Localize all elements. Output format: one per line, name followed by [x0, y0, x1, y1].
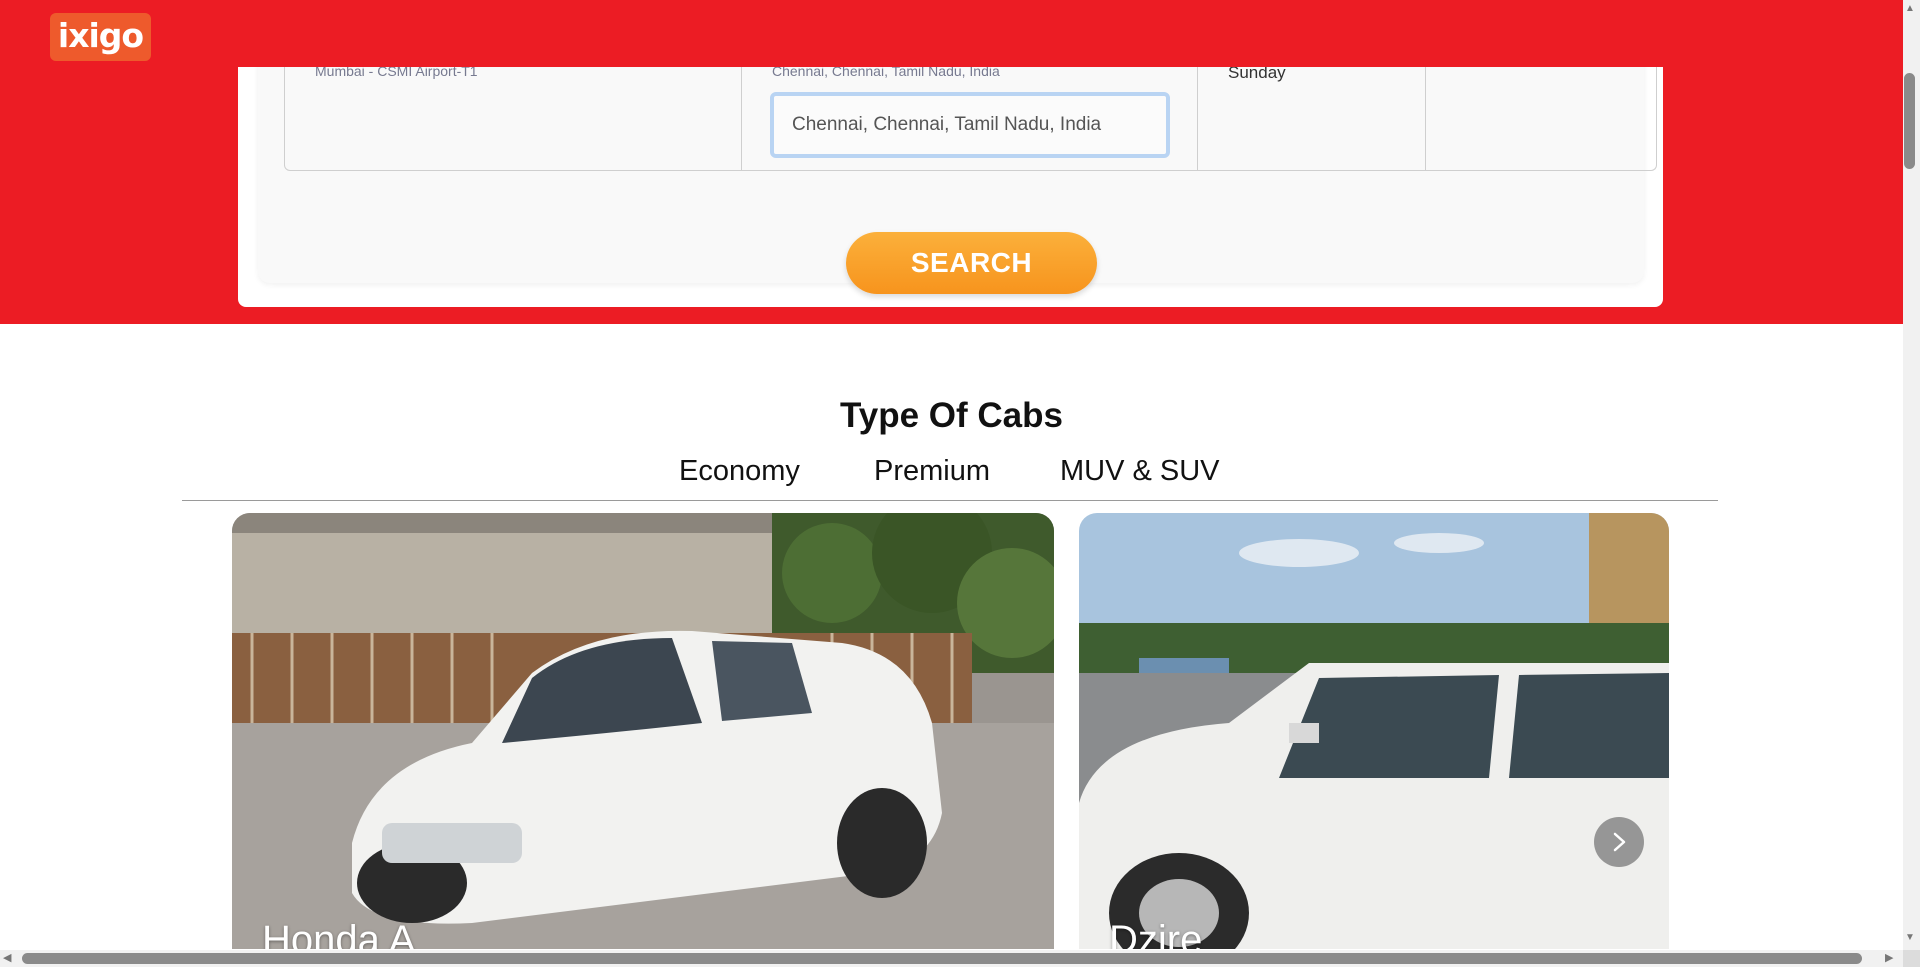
cab-card-economy-2[interactable]: Dzire: [1079, 513, 1669, 949]
car-photo-sedan-side: [1079, 513, 1669, 949]
tab-economy[interactable]: Economy: [679, 455, 800, 488]
search-button[interactable]: SEARCH: [846, 232, 1097, 294]
chevron-right-icon: [1613, 832, 1626, 852]
cab-card-economy-1[interactable]: Honda A: [232, 513, 1054, 949]
to-location-input[interactable]: [770, 92, 1170, 158]
cab-card-caption: Honda A: [262, 918, 416, 949]
vertical-scroll-thumb[interactable]: [1904, 73, 1915, 169]
search-form: Mumbai - CSMI Airport-T1 Chennai, Chenna…: [258, 40, 1657, 294]
car-photo-sedan: [232, 513, 1054, 949]
horizontal-scroll-thumb[interactable]: [22, 953, 1862, 964]
header-bar: ixigo: [0, 0, 1903, 67]
scroll-right-arrow-icon[interactable]: ▶: [1885, 951, 1893, 964]
tabs-divider: [182, 500, 1718, 501]
tab-muv-suv[interactable]: MUV & SUV: [1060, 455, 1220, 488]
scroll-down-arrow-icon[interactable]: ▼: [1905, 932, 1915, 943]
scroll-up-arrow-icon[interactable]: ▲: [1905, 3, 1915, 14]
carousel-next-button[interactable]: [1594, 817, 1644, 867]
cab-card-caption: Dzire: [1109, 918, 1203, 949]
search-card: Mumbai - CSMI Airport-T1 Chennai, Chenna…: [238, 40, 1663, 307]
cab-types-title: Type Of Cabs: [839, 396, 1063, 435]
page: Mumbai - CSMI Airport-T1 Chennai, Chenna…: [0, 0, 1920, 967]
tab-premium[interactable]: Premium: [874, 455, 990, 488]
ixigo-logo[interactable]: ixigo: [50, 13, 151, 61]
scroll-left-arrow-icon[interactable]: ◀: [3, 951, 11, 964]
scrollbar-corner: [1903, 950, 1920, 967]
